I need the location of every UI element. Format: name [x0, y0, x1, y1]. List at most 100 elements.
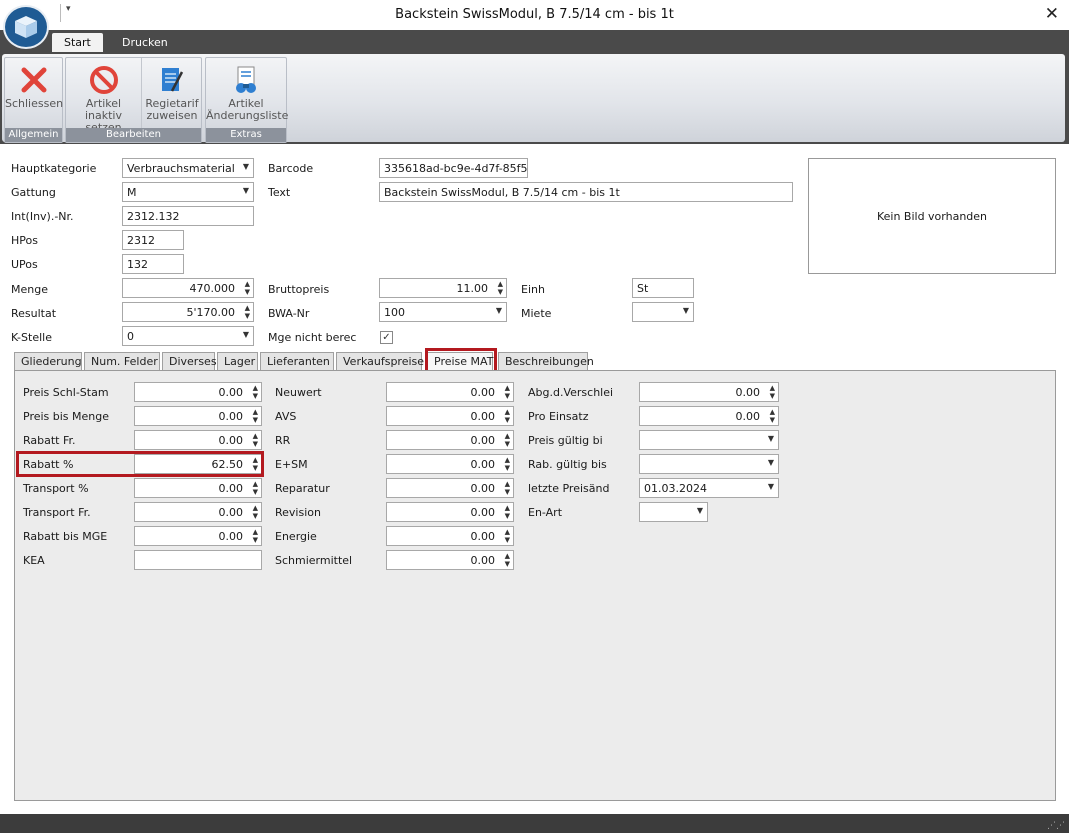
rab-gueltig-bis-label: Rab. gültig bis [528, 458, 607, 471]
close-window-button[interactable]: ✕ [1045, 4, 1059, 24]
letzte-preisaenderung-select[interactable]: 01.03.2024 ▼ [639, 478, 779, 498]
intnr-field[interactable]: 2312.132 [122, 206, 254, 226]
spinner-icon[interactable]: ▲ ▼ [505, 456, 510, 472]
gattung-select[interactable]: M ▼ [122, 182, 254, 202]
menge-label: Menge [11, 283, 48, 296]
preis-bis-menge-label: Preis bis Menge [23, 410, 110, 423]
rabatt-bis-mge-field[interactable]: 0.00 ▲ ▼ [134, 526, 262, 546]
spinner-icon[interactable]: ▲ ▼ [505, 432, 510, 448]
avs-field[interactable]: 0.00 ▲ ▼ [386, 406, 514, 426]
rabatt-fr-field[interactable]: 0.00 ▲ ▼ [134, 430, 262, 450]
schmiermittel-label: Schmiermittel [275, 554, 353, 567]
hpos-field[interactable]: 2312 [122, 230, 184, 250]
window-title: Backstein SwissModul, B 7.5/14 cm - bis … [395, 7, 674, 22]
en-art-select[interactable]: ▼ [639, 502, 708, 522]
upos-field[interactable]: 132 [122, 254, 184, 274]
preis-bis-menge-value: 0.00 [218, 410, 244, 423]
spinner-icon[interactable]: ▲ ▼ [253, 528, 258, 544]
spinner-icon[interactable]: ▲ ▼ [505, 408, 510, 424]
tab-lieferanten[interactable]: Lieferanten [260, 352, 334, 370]
tab-drucken[interactable]: Drucken [110, 33, 180, 52]
schliessen-button[interactable]: Schliessen [5, 58, 63, 129]
pro-einsatz-field[interactable]: 0.00 ▲ ▼ [639, 406, 779, 426]
app-logo-icon[interactable] [3, 5, 49, 49]
kea-field[interactable] [134, 550, 262, 570]
mge-checkbox[interactable]: ✓ [380, 331, 393, 344]
revision-label: Revision [275, 506, 321, 519]
tab-beschreibungen[interactable]: Beschreibungen [498, 352, 594, 370]
spinner-icon[interactable]: ▲ ▼ [505, 504, 510, 520]
tab-verkaufspreise[interactable]: Verkaufspreise [336, 352, 424, 370]
spinner-icon[interactable]: ▲ ▼ [253, 504, 258, 520]
einh-field[interactable]: St [632, 278, 694, 298]
aenderungsliste-label: Artikel Änderungsliste [206, 97, 289, 122]
bwanr-select[interactable]: 100 ▼ [379, 302, 507, 322]
tab-lager[interactable]: Lager [217, 352, 258, 370]
text-field[interactable]: Backstein SwissModul, B 7.5/14 cm - bis … [379, 182, 793, 202]
kstelle-select[interactable]: 0 ▼ [122, 326, 254, 346]
preis-schl-stam-value: 0.00 [218, 386, 244, 399]
barcode-field[interactable]: 335618ad-bc9e-4d7f-85f5-9f [379, 158, 528, 178]
tab-start[interactable]: Start [52, 33, 103, 52]
spinner-icon[interactable]: ▲ ▼ [253, 384, 258, 400]
spinner-icon[interactable]: ▲ ▼ [245, 280, 250, 296]
abg-verschleiss-field[interactable]: 0.00 ▲ ▼ [639, 382, 779, 402]
regietarif-button[interactable]: Regietarif zuweisen [143, 58, 201, 129]
menge-field[interactable]: 470.000 ▲ ▼ [122, 278, 254, 298]
rabatt-bis-mge-label: Rabatt bis MGE [23, 530, 108, 543]
chevron-down-icon: ▼ [242, 162, 249, 171]
spinner-icon[interactable]: ▲ ▼ [505, 528, 510, 544]
neuwert-field[interactable]: 0.00 ▲ ▼ [386, 382, 514, 402]
reparatur-value: 0.00 [470, 482, 496, 495]
rab-gueltig-bis-select[interactable]: ▼ [639, 454, 779, 474]
spinner-icon[interactable]: ▲ ▼ [770, 384, 775, 400]
esm-label: E+SM [275, 458, 308, 471]
pro-einsatz-value: 0.00 [735, 410, 761, 423]
document-binoculars-icon [236, 66, 256, 93]
reparatur-field[interactable]: 0.00 ▲ ▼ [386, 478, 514, 498]
spinner-icon[interactable]: ▲ ▼ [505, 480, 510, 496]
spinner-icon[interactable]: ▲ ▼ [770, 408, 775, 424]
group-label-allgemein: Allgemein [5, 128, 62, 142]
hauptkategorie-select[interactable]: Verbrauchsmaterial ▼ [122, 158, 254, 178]
schmiermittel-field[interactable]: 0.00 ▲ ▼ [386, 550, 514, 570]
kstelle-label: K-Stelle [11, 331, 52, 344]
energie-label: Energie [275, 530, 317, 543]
ribbon-group-bearbeiten: Artikel inaktiv setzen Regietarif zuweis… [65, 57, 202, 143]
preis-gueltig-bis-select[interactable]: ▼ [639, 430, 779, 450]
spinner-icon[interactable]: ▲ ▼ [245, 304, 250, 320]
einh-label: Einh [521, 283, 545, 296]
preis-bis-menge-field[interactable]: 0.00 ▲ ▼ [134, 406, 262, 426]
spinner-icon[interactable]: ▲ ▼ [505, 552, 510, 568]
article-image-placeholder[interactable]: Kein Bild vorhanden [808, 158, 1056, 274]
upos-label: UPos [11, 258, 38, 271]
spinner-icon[interactable]: ▲ ▼ [498, 280, 503, 296]
preis-schl-stam-field[interactable]: 0.00 ▲ ▼ [134, 382, 262, 402]
regietarif-label: Regietarif zuweisen [145, 97, 199, 122]
miete-select[interactable]: ▼ [632, 302, 694, 322]
chevron-down-icon: ▼ [696, 506, 703, 515]
bruttopreis-field[interactable]: 11.00 ▲ ▼ [379, 278, 507, 298]
transport-fr-field[interactable]: 0.00 ▲ ▼ [134, 502, 262, 522]
spinner-icon[interactable]: ▲ ▼ [505, 384, 510, 400]
resultat-field[interactable]: 5'170.00 ▲ ▼ [122, 302, 254, 322]
spinner-icon[interactable]: ▲ ▼ [253, 408, 258, 424]
tab-num-felder[interactable]: Num. Felder [84, 352, 160, 370]
aenderungsliste-button[interactable]: Artikel Änderungsliste [206, 58, 289, 129]
rabatt-fr-value: 0.00 [218, 434, 244, 447]
tab-diverses[interactable]: Diverses [162, 352, 217, 370]
transport-prozent-field[interactable]: 0.00 ▲ ▼ [134, 478, 262, 498]
revision-field[interactable]: 0.00 ▲ ▼ [386, 502, 514, 522]
transport-fr-label: Transport Fr. [23, 506, 91, 519]
abg-verschleiss-value: 0.00 [735, 386, 761, 399]
artikel-inaktiv-button[interactable]: Artikel inaktiv setzen [66, 58, 142, 134]
energie-field[interactable]: 0.00 ▲ ▼ [386, 526, 514, 546]
spinner-icon[interactable]: ▲ ▼ [253, 480, 258, 496]
esm-field[interactable]: 0.00 ▲ ▼ [386, 454, 514, 474]
spinner-icon[interactable]: ▲ ▼ [253, 432, 258, 448]
no-image-text: Kein Bild vorhanden [876, 209, 988, 223]
rr-field[interactable]: 0.00 ▲ ▼ [386, 430, 514, 450]
tab-gliederung[interactable]: Gliederung [14, 352, 82, 370]
resize-grip-icon[interactable]: ⋰⋰ [1047, 821, 1065, 831]
energie-value: 0.00 [470, 530, 496, 543]
